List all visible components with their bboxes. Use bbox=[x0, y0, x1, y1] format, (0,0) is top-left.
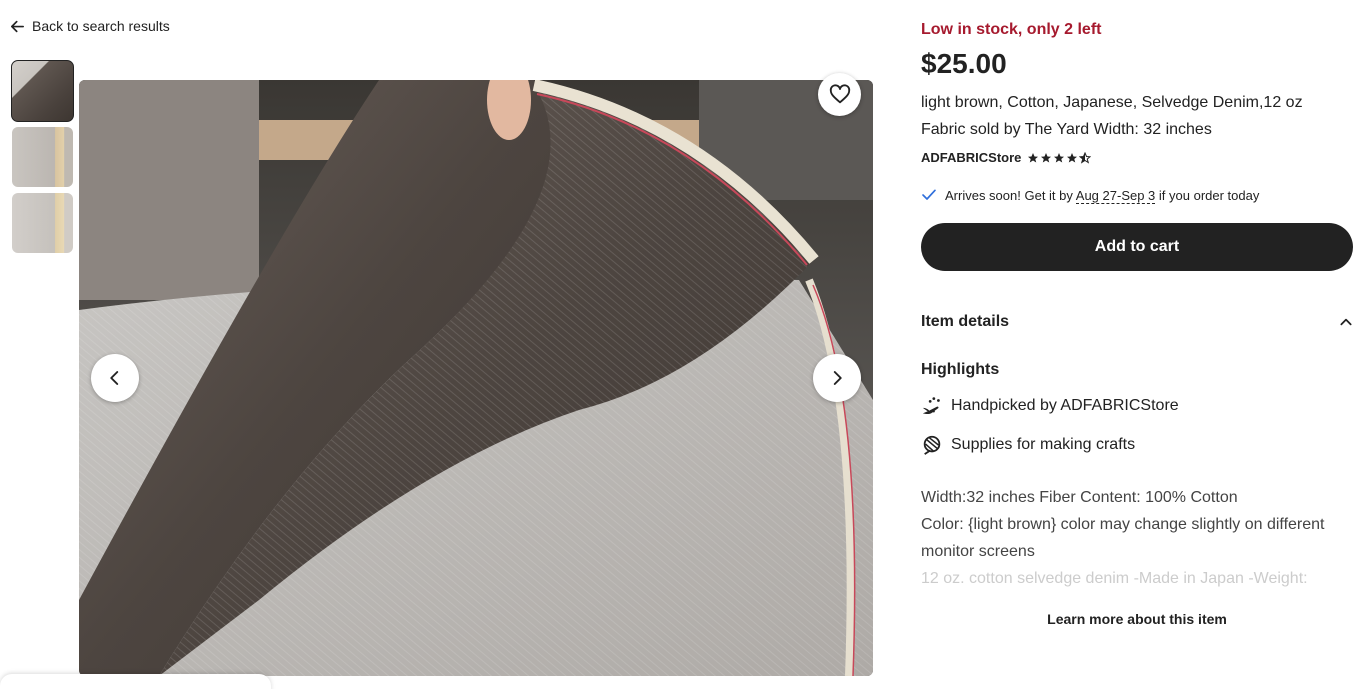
highlight-shop-link[interactable]: ADFABRICStore bbox=[1060, 397, 1178, 414]
rating-stars bbox=[1027, 151, 1092, 164]
highlight-supplies: Supplies for making crafts bbox=[921, 434, 1135, 456]
star-icon bbox=[1067, 152, 1078, 162]
highlight-supplies-text: Supplies for making crafts bbox=[951, 436, 1136, 453]
highlight-handpicked-text: Handpicked by ADFABRICStore bbox=[951, 397, 1179, 414]
arrival-info: Arrives soon! Get it by Aug 27-Sep 3 if … bbox=[921, 187, 1260, 204]
stock-status: Low in stock, only 2 left bbox=[921, 21, 1102, 38]
add-to-cart-button[interactable]: Add to cart bbox=[921, 223, 1353, 271]
star-icon bbox=[1041, 152, 1052, 162]
description-line-faded: 12 oz. cotton selvedge denim -Made in Ja… bbox=[921, 570, 1308, 587]
previous-image-button[interactable] bbox=[91, 354, 139, 402]
chevron-up-icon bbox=[1340, 318, 1352, 326]
highlight-handpicked: Handpicked by ADFABRICStore bbox=[921, 395, 1179, 417]
product-price: $25.00 bbox=[921, 48, 1007, 79]
back-link-label: Back to search results bbox=[32, 18, 170, 34]
arrow-left-icon bbox=[11, 20, 24, 32]
next-image-button[interactable] bbox=[813, 354, 861, 402]
main-product-image bbox=[79, 80, 873, 676]
highlights-heading: Highlights bbox=[921, 361, 1000, 378]
product-title: light brown, Cotton, Japanese, Selvedge … bbox=[921, 94, 1303, 138]
item-description: Width:32 inches Fiber Content: 100% Cott… bbox=[921, 484, 1351, 592]
half-star-icon bbox=[1079, 151, 1092, 164]
checkmark-icon bbox=[922, 189, 936, 200]
back-to-search-link[interactable]: Back to search results bbox=[11, 18, 170, 34]
description-line: Width:32 inches Fiber Content: 100% Cott… bbox=[921, 489, 1238, 506]
thumbnail-2[interactable] bbox=[12, 127, 73, 187]
arrival-dates[interactable]: Aug 27-Sep 3 bbox=[1075, 187, 1156, 204]
item-details-toggle[interactable]: Item details bbox=[921, 313, 1353, 331]
learn-more-button[interactable]: Learn more about this item bbox=[921, 611, 1353, 627]
star-icon bbox=[1028, 152, 1039, 162]
star-icon bbox=[1054, 152, 1065, 162]
description-line: Color: {light brown} color may change sl… bbox=[921, 516, 1325, 560]
thumbnail-1[interactable] bbox=[11, 60, 74, 122]
thumbnail-3[interactable] bbox=[12, 193, 73, 253]
arrival-text: Arrives soon! Get it by Aug 27-Sep 3 if … bbox=[945, 187, 1260, 204]
hand-icon bbox=[922, 397, 940, 415]
favorite-button[interactable] bbox=[818, 73, 861, 116]
thumbnail-list bbox=[11, 60, 74, 253]
bottom-panel-tab[interactable] bbox=[0, 674, 271, 689]
yarn-ball-icon bbox=[923, 435, 941, 455]
shop-name-link[interactable]: ADFABRICStore bbox=[921, 150, 1021, 165]
chevron-right-icon bbox=[833, 371, 842, 385]
item-details-heading: Item details bbox=[921, 313, 1010, 330]
chevron-left-icon bbox=[110, 371, 119, 385]
heart-icon bbox=[829, 83, 850, 103]
shop-row: ADFABRICStore bbox=[921, 150, 1092, 165]
